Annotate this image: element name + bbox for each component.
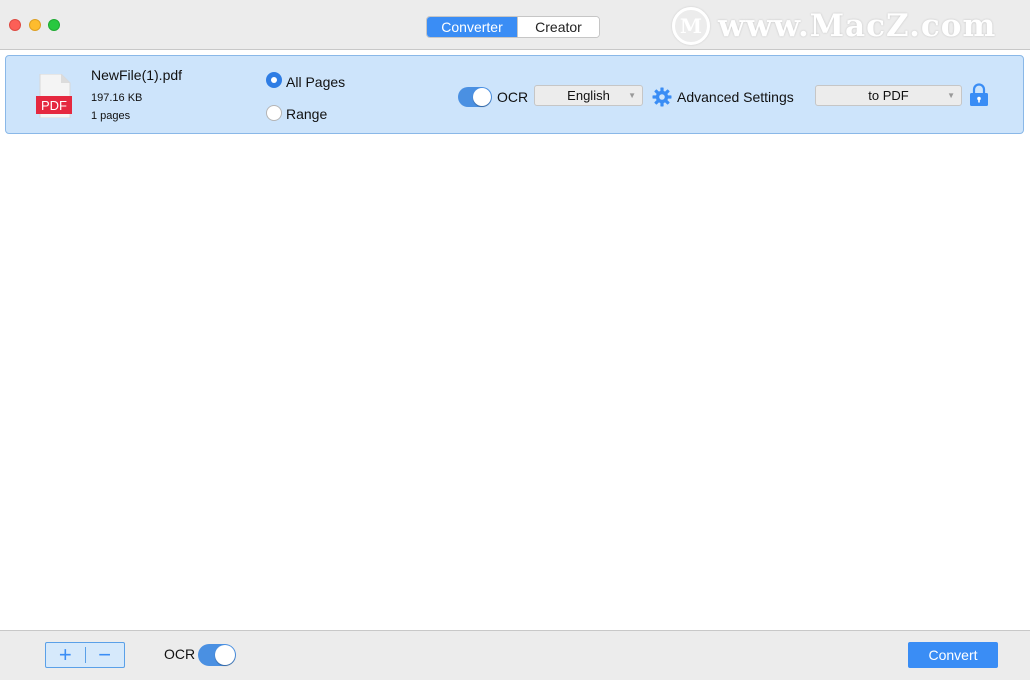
all-pages-label[interactable]: All Pages bbox=[286, 74, 345, 90]
gear-icon[interactable] bbox=[652, 87, 672, 107]
chevron-down-icon: ▼ bbox=[947, 91, 955, 100]
ocr-toggle[interactable] bbox=[458, 87, 492, 107]
remove-file-button[interactable]: − bbox=[85, 643, 124, 667]
file-list-item[interactable]: PDF NewFile(1).pdf 197.16 KB 1 pages All… bbox=[5, 55, 1024, 134]
title-bar: Converter Creator M www.MacZ.com bbox=[0, 0, 1030, 50]
global-ocr-toggle[interactable] bbox=[198, 644, 236, 666]
file-page-count: 1 pages bbox=[91, 110, 131, 122]
global-ocr-toggle-knob bbox=[215, 645, 235, 665]
convert-button[interactable]: Convert bbox=[908, 642, 998, 668]
watermark: M www.MacZ.com bbox=[672, 7, 997, 45]
watermark-text: www.MacZ.com bbox=[718, 8, 997, 44]
output-format-dropdown[interactable]: to PDF ▼ bbox=[815, 85, 962, 106]
ocr-toggle-knob bbox=[473, 88, 491, 106]
all-pages-radio[interactable] bbox=[266, 72, 282, 88]
tab-creator[interactable]: Creator bbox=[517, 17, 599, 37]
range-radio[interactable] bbox=[266, 105, 282, 121]
lock-icon[interactable] bbox=[969, 83, 989, 107]
language-dropdown[interactable]: English ▼ bbox=[534, 85, 643, 106]
add-remove-control: + − bbox=[45, 642, 125, 668]
tab-converter[interactable]: Converter bbox=[427, 17, 517, 37]
add-file-button[interactable]: + bbox=[46, 643, 85, 667]
watermark-logo-icon: M bbox=[672, 7, 710, 45]
pdf-icon-label: PDF bbox=[41, 98, 67, 113]
close-window-button[interactable] bbox=[9, 19, 21, 31]
minimize-window-button[interactable] bbox=[29, 19, 41, 31]
file-name: NewFile(1).pdf bbox=[91, 67, 183, 83]
output-format-value: to PDF bbox=[868, 88, 909, 103]
maximize-window-button[interactable] bbox=[48, 19, 60, 31]
range-label[interactable]: Range bbox=[286, 106, 327, 122]
language-value: English bbox=[567, 88, 610, 103]
bottom-toolbar: + − OCR Convert bbox=[0, 630, 1030, 680]
mode-switcher: Converter Creator bbox=[426, 16, 600, 38]
global-ocr-label: OCR bbox=[164, 646, 196, 662]
file-size: 197.16 KB bbox=[91, 92, 143, 104]
advanced-settings-link[interactable]: Advanced Settings bbox=[677, 89, 794, 105]
chevron-down-icon: ▼ bbox=[628, 91, 636, 100]
app-window: Converter Creator M www.MacZ.com PDF New… bbox=[0, 0, 1030, 680]
ocr-label: OCR bbox=[497, 89, 529, 105]
pdf-file-icon: PDF bbox=[36, 74, 72, 118]
